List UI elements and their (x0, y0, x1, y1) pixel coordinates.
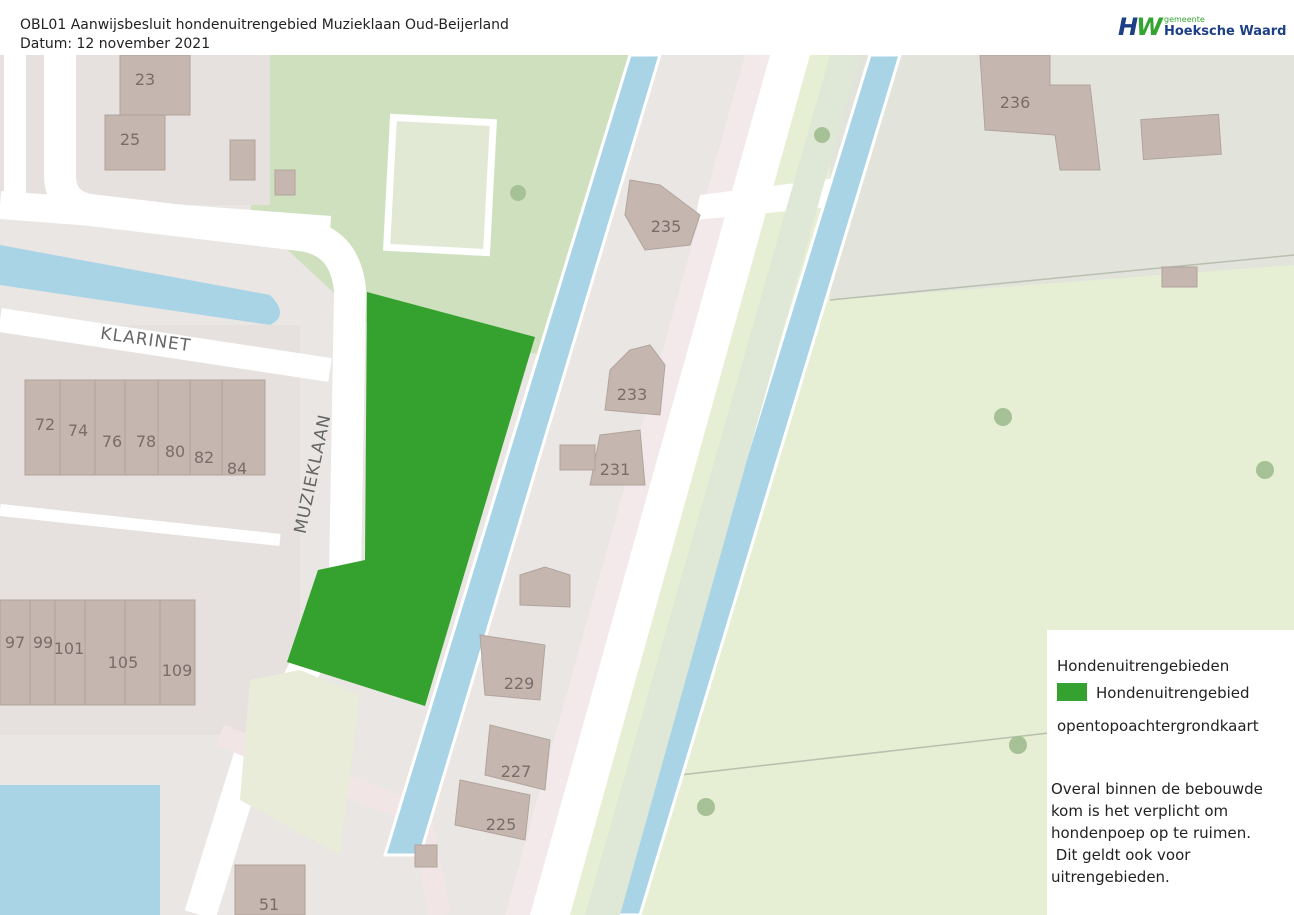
house-number: 105 (108, 653, 139, 672)
house-number: 227 (501, 762, 532, 781)
municipality-logo: HW gemeente Hoeksche Waard (1118, 13, 1286, 45)
house-number: 72 (35, 415, 55, 434)
legend-item-label: Hondenuitrengebied (1096, 684, 1250, 702)
house-number: 99 (33, 633, 53, 652)
house-number: 74 (68, 421, 88, 440)
logo-name: Hoeksche Waard (1164, 24, 1287, 39)
house-number: 101 (54, 639, 85, 658)
house-number: 82 (194, 448, 214, 467)
legend-basemap-label: opentopoachtergrondkaart (1057, 717, 1259, 735)
house-number: 97 (5, 633, 25, 652)
house-number: 225 (486, 815, 517, 834)
map-header: OBL01 Aanwijsbesluit hondenuitrengebied … (0, 0, 1294, 55)
legend-heading: Hondenuitrengebieden (1057, 657, 1230, 675)
house-number: 23 (135, 70, 155, 89)
house-number: 235 (651, 217, 682, 236)
legend-note-line: kom is het verplicht om (1051, 802, 1229, 820)
legend-swatch-dog-area (1057, 683, 1087, 701)
map-legend: Hondenuitrengebieden Hondenuitrengebied … (1047, 630, 1294, 915)
house-number: 231 (600, 460, 631, 479)
house-number: 233 (617, 385, 648, 404)
logo-mark-icon: HW (1118, 13, 1163, 41)
house-number: 76 (102, 432, 122, 451)
map-title: OBL01 Aanwijsbesluit hondenuitrengebied … (20, 17, 509, 33)
pond-south (0, 785, 160, 915)
legend-note-line: hondenpoep op te ruimen. (1051, 824, 1251, 842)
house-number: 25 (120, 130, 140, 149)
legend-note-line: Overal binnen de bebouwde (1051, 780, 1263, 798)
house-number: 78 (136, 432, 156, 451)
house-number: 51 (259, 895, 279, 914)
map-date: Datum: 12 november 2021 (20, 36, 211, 52)
legend-note: Overal binnen de bebouwde kom is het ver… (1051, 778, 1291, 888)
legend-note-line: uitrengebieden. (1051, 868, 1170, 886)
legend-note-line: Dit geldt ook voor (1051, 846, 1191, 864)
logo-subtitle: gemeente (1164, 15, 1205, 24)
house-number: 80 (165, 442, 185, 461)
house-number: 84 (227, 459, 247, 478)
house-number: 236 (1000, 93, 1031, 112)
house-number: 109 (162, 661, 193, 680)
house-number: 229 (504, 674, 535, 693)
